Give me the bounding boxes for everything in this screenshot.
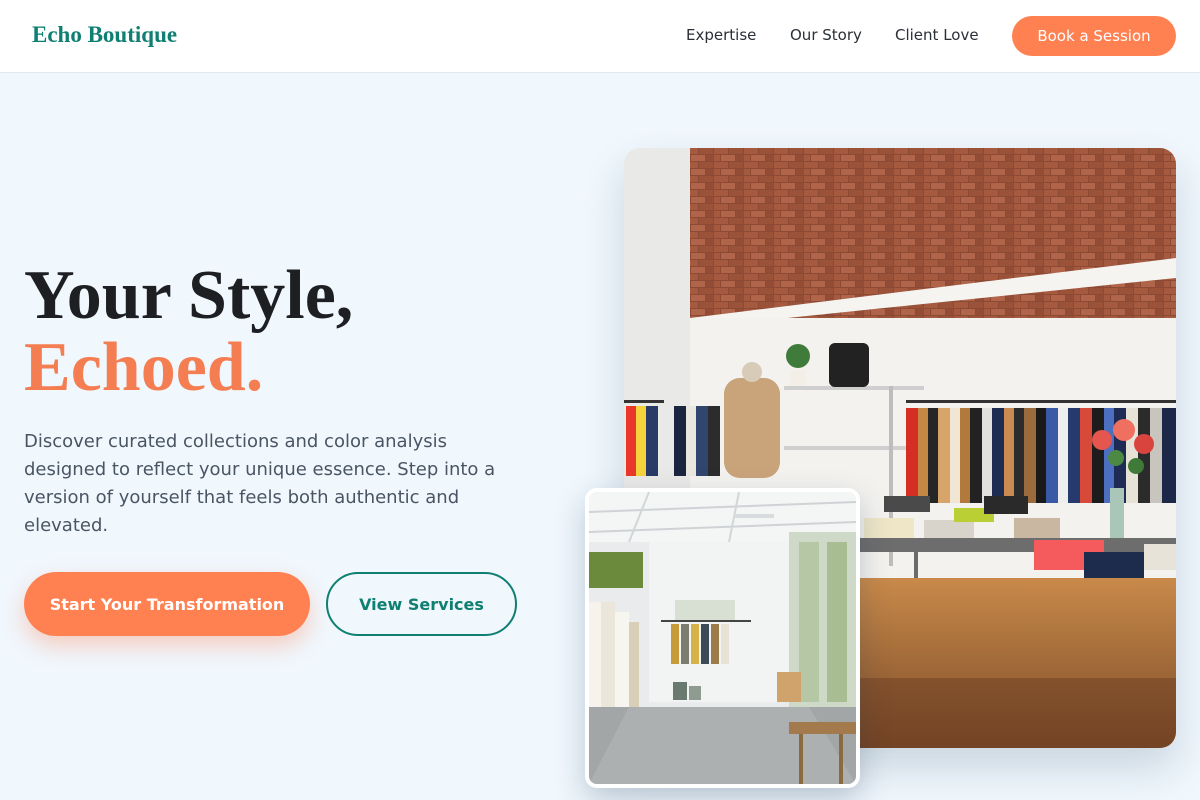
book-session-button[interactable]: Book a Session: [1012, 16, 1176, 56]
nav-link-our-story[interactable]: Our Story: [790, 26, 862, 44]
brand-logo[interactable]: Echo Boutique: [32, 22, 177, 48]
top-navigation-bar: Echo Boutique Expertise Our Story Client…: [0, 0, 1200, 73]
hero-title-line-2: Echoed.: [24, 329, 264, 406]
bright-showroom-photo: [585, 488, 860, 788]
nav-link-expertise[interactable]: Expertise: [686, 26, 756, 44]
hero-title-line-1: Your Style,: [24, 257, 354, 334]
nav-link-client-love[interactable]: Client Love: [895, 26, 979, 44]
hero-description: Discover curated collections and color a…: [24, 431, 496, 536]
start-transformation-button[interactable]: Start Your Transformation: [24, 572, 310, 636]
view-services-button[interactable]: View Services: [326, 572, 517, 636]
hero-title: Your Style, Echoed.: [24, 260, 353, 404]
